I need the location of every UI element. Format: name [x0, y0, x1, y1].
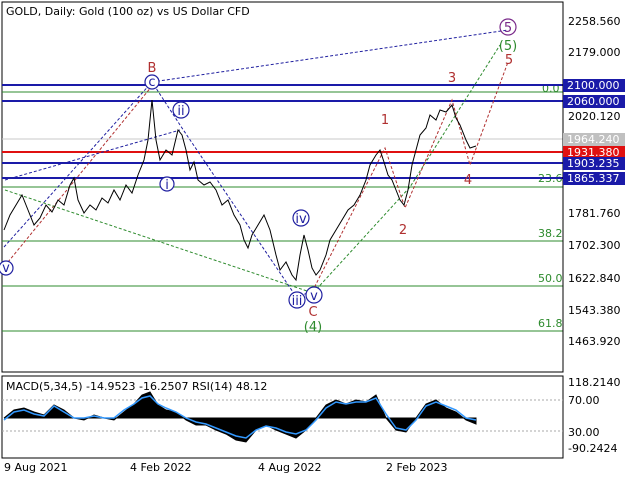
indicator-tick: -90.2424 [568, 442, 617, 455]
wave-iv-label: iv [295, 212, 307, 227]
indicator-label: MACD(5,34,5) -14.9523 -16.2507 RSI(14) 4… [6, 380, 267, 393]
level-box-1903-label: 1903.235 [567, 157, 620, 170]
price-tick: 1781.760 [568, 207, 621, 220]
wave-b-label: B [148, 61, 157, 76]
indicator-axis: 118.2140 70.00 30.00 -90.2424 [568, 376, 621, 455]
wave-4-paren-label: (4) [304, 320, 322, 335]
price-tick: 1702.300 [568, 239, 621, 252]
wave-left-label: v [2, 261, 10, 276]
time-axis: 9 Aug 2021 4 Feb 2022 4 Aug 2022 2 Feb 2… [4, 461, 447, 474]
price-chart[interactable]: GOLD, Daily: Gold (100 oz) vs US Dollar … [0, 0, 640, 480]
wave-1-label: 1 [381, 113, 389, 128]
time-tick: 9 Aug 2021 [4, 461, 67, 474]
indicator-tick: 70.00 [568, 394, 600, 407]
wave-5-paren-label: (5) [499, 39, 517, 54]
time-tick: 4 Feb 2022 [130, 461, 191, 474]
wave-C-label: C [308, 305, 317, 320]
wave-i-label: i [165, 178, 169, 193]
wave-ii-label: ii [177, 104, 184, 119]
wave-5-red-label: 5 [505, 53, 513, 68]
symbol-title: GOLD, Daily: Gold (100 oz) vs US Dollar … [6, 5, 250, 18]
price-axis: 2258.560 2179.000 2020.120 1781.760 1702… [562, 2, 621, 372]
fib-label-38: 38.2 [538, 227, 563, 240]
level-box-1865-label: 1865.337 [567, 172, 620, 185]
level-box-2100-label: 2100.000 [567, 79, 620, 92]
indicator-tick: 30.00 [568, 426, 600, 439]
fib-label-0: 0.0 [542, 82, 560, 95]
price-tick: 1622.840 [568, 272, 621, 285]
price-tick: 2179.000 [568, 46, 621, 59]
wave-c-small-label: c [148, 75, 155, 90]
level-box-2060-label: 2060.000 [567, 95, 620, 108]
price-tick: 1463.920 [568, 335, 621, 348]
fib-label-61: 61.8 [538, 317, 563, 330]
time-tick: 2 Feb 2023 [386, 461, 447, 474]
wave-iii-label: iii [292, 294, 303, 309]
price-tick: 1543.380 [568, 304, 621, 317]
price-tick: 2258.560 [568, 15, 621, 28]
indicator-tick: 118.2140 [568, 376, 621, 389]
fib-label-50: 50.0 [538, 272, 563, 285]
wave-3-label: 3 [448, 71, 456, 86]
wave-v-label: v [310, 289, 318, 304]
time-tick: 4 Aug 2022 [258, 461, 321, 474]
price-tick: 2020.120 [568, 110, 621, 123]
wave-4-label: 4 [464, 173, 472, 188]
wave-5-label: 5 [504, 21, 512, 36]
level-box-1964-label: 1964.240 [567, 133, 620, 146]
level-boxes: 2100.000 2060.000 1964.240 1931.380 1903… [563, 79, 625, 185]
wave-2-label: 2 [399, 223, 407, 238]
